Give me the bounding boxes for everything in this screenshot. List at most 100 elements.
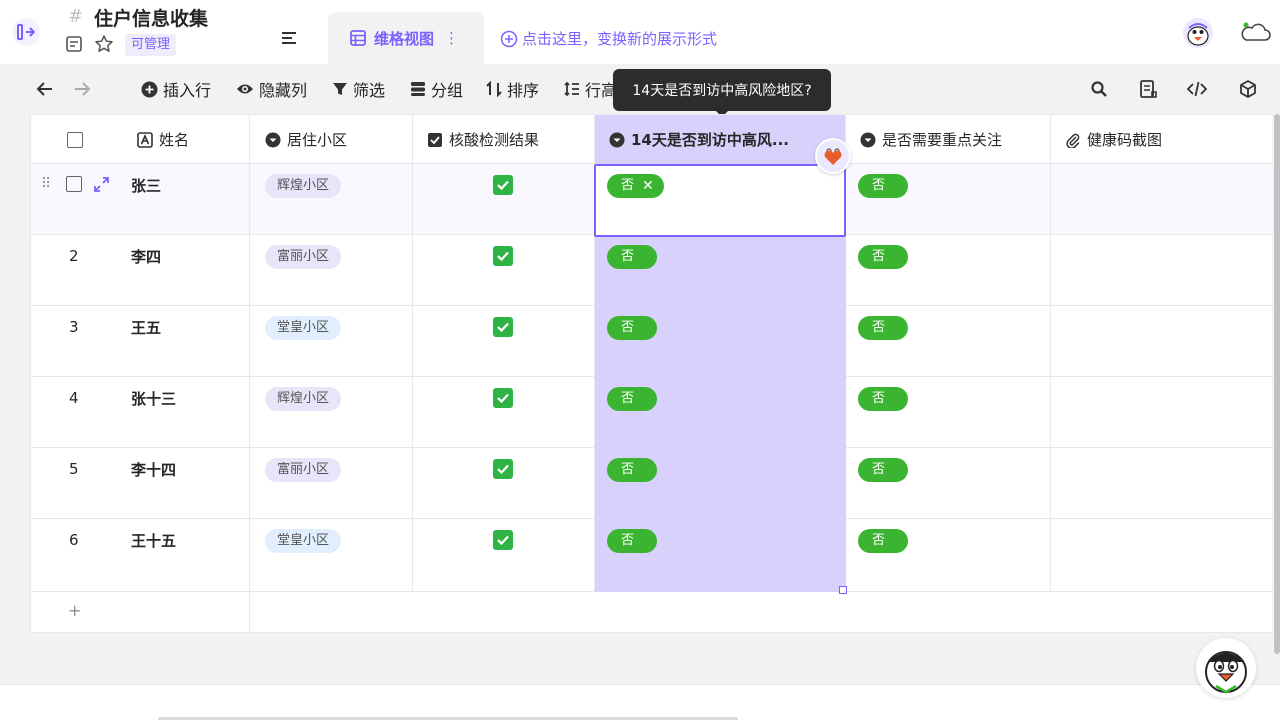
- select-all-checkbox[interactable]: [67, 131, 83, 148]
- row-checkbox[interactable]: [66, 176, 82, 192]
- search-button[interactable]: [1089, 79, 1109, 99]
- test-result-cell[interactable]: [413, 235, 595, 306]
- table-row[interactable]: 5 李十四 富丽小区 否 否: [31, 448, 1273, 519]
- add-row-button[interactable]: +: [31, 592, 1273, 633]
- undo-button[interactable]: [35, 79, 55, 99]
- data-grid: 姓名 居住小区 核酸检测结果 14天是否到访中高风... 是否需要重点关注 健康…: [30, 114, 1273, 633]
- health-code-cell[interactable]: [1051, 164, 1273, 235]
- focus-cell[interactable]: 否: [846, 519, 1051, 592]
- insert-row-button[interactable]: 插入行: [141, 78, 211, 100]
- add-row-cell[interactable]: +: [31, 592, 250, 633]
- group-button[interactable]: 分组: [410, 78, 463, 100]
- form-icon: [1140, 80, 1157, 98]
- table-row[interactable]: 6 王十五 堂皇小区 否 否: [31, 519, 1273, 592]
- view-list-button[interactable]: [280, 30, 298, 46]
- name-cell[interactable]: 4 张十三: [31, 377, 250, 448]
- table-row[interactable]: 3 王五 堂皇小区 否 否: [31, 306, 1273, 377]
- community-tag: 辉煌小区: [265, 174, 342, 198]
- name-cell[interactable]: ⠿ 张三: [31, 164, 250, 235]
- sidebar-toggle-icon: [17, 24, 35, 40]
- focus-cell[interactable]: 否: [846, 164, 1051, 235]
- redo-button[interactable]: [72, 79, 92, 99]
- name-cell[interactable]: 6 王十五: [31, 519, 250, 592]
- collaborator-avatar[interactable]: [815, 138, 851, 174]
- header-visited-risk-column[interactable]: 14天是否到访中高风...: [595, 115, 846, 164]
- selected-option-pill[interactable]: 否 ✕: [607, 174, 664, 198]
- more-vertical-icon[interactable]: ⋮: [444, 29, 459, 47]
- active-cell-editor[interactable]: 否 ✕: [594, 164, 846, 237]
- table-row[interactable]: 4 张十三 辉煌小区 否 否: [31, 377, 1273, 448]
- focus-cell[interactable]: 否: [846, 235, 1051, 306]
- test-result-cell[interactable]: [413, 377, 595, 448]
- filter-label: 筛选: [353, 81, 386, 100]
- column-tooltip: 14天是否到访中高风险地区?: [613, 69, 831, 117]
- health-code-cell[interactable]: [1051, 306, 1273, 377]
- header-name-column[interactable]: 姓名: [31, 115, 250, 164]
- hash-icon: #: [68, 6, 84, 27]
- favorite-button[interactable]: [94, 34, 114, 54]
- community-cell[interactable]: 富丽小区: [251, 448, 413, 519]
- user-avatar[interactable]: [1183, 18, 1213, 48]
- focus-cell[interactable]: 否: [846, 377, 1051, 448]
- permission-badge[interactable]: 可管理: [125, 34, 177, 56]
- header-test-result-column[interactable]: 核酸检测结果: [413, 115, 595, 164]
- insert-row-label: 插入行: [163, 81, 212, 100]
- remove-option-icon[interactable]: ✕: [642, 174, 654, 198]
- name-cell[interactable]: 3 王五: [31, 306, 250, 377]
- name-cell[interactable]: 5 李十四: [31, 448, 250, 519]
- api-button[interactable]: [1186, 79, 1208, 99]
- focus-cell[interactable]: 否: [846, 306, 1051, 377]
- visited-risk-cell[interactable]: 否: [595, 377, 846, 448]
- row-height-button[interactable]: 行高: [564, 78, 617, 100]
- health-code-cell[interactable]: [1051, 377, 1273, 448]
- name-cell[interactable]: 2 李四: [31, 235, 250, 306]
- header-health-code-column[interactable]: 健康码截图: [1051, 115, 1273, 164]
- description-button[interactable]: [64, 34, 84, 54]
- document-icon: [66, 36, 82, 52]
- test-result-cell[interactable]: [413, 519, 595, 592]
- widget-button[interactable]: [1238, 79, 1258, 99]
- sort-label: 排序: [507, 81, 540, 100]
- community-cell[interactable]: 富丽小区: [251, 235, 413, 306]
- checkbox-icon: [428, 132, 442, 147]
- add-view-button[interactable]: 点击这里，变换新的展示形式: [500, 28, 717, 49]
- health-code-cell[interactable]: [1051, 235, 1273, 306]
- checked-icon[interactable]: [493, 388, 513, 408]
- checked-icon[interactable]: [493, 459, 513, 479]
- search-icon: [1091, 81, 1107, 97]
- test-result-cell[interactable]: [413, 448, 595, 519]
- test-result-cell[interactable]: [413, 164, 595, 235]
- community-cell[interactable]: 辉煌小区: [251, 164, 413, 235]
- form-button[interactable]: [1138, 79, 1158, 99]
- health-code-cell[interactable]: [1051, 519, 1273, 592]
- drag-handle-icon[interactable]: ⠿: [41, 176, 51, 192]
- focus-cell[interactable]: 否: [846, 448, 1051, 519]
- visited-risk-cell[interactable]: 否: [595, 306, 846, 377]
- checked-icon[interactable]: [493, 530, 513, 550]
- checked-icon[interactable]: [493, 317, 513, 337]
- tab-grid-view[interactable]: 维格视图 ⋮: [328, 12, 484, 64]
- test-result-cell[interactable]: [413, 306, 595, 377]
- vertical-scrollbar[interactable]: [1274, 114, 1280, 654]
- expand-record-icon[interactable]: [94, 177, 109, 192]
- community-cell[interactable]: 堂皇小区: [251, 306, 413, 377]
- visited-risk-cell[interactable]: 否: [595, 448, 846, 519]
- header-label: 核酸检测结果: [449, 131, 540, 149]
- help-assistant-button[interactable]: [1196, 638, 1256, 698]
- header-community-column[interactable]: 居住小区: [251, 115, 413, 164]
- hide-columns-button[interactable]: 隐藏列: [236, 78, 307, 100]
- sort-button[interactable]: 排序: [486, 78, 539, 100]
- fill-handle[interactable]: [839, 586, 847, 594]
- filter-button[interactable]: 筛选: [332, 78, 385, 100]
- community-cell[interactable]: 辉煌小区: [251, 377, 413, 448]
- table-row[interactable]: 2 李四 富丽小区 否 否: [31, 235, 1273, 306]
- visited-risk-cell[interactable]: 否: [595, 235, 846, 306]
- checked-icon[interactable]: [493, 175, 513, 195]
- checked-icon[interactable]: [493, 246, 513, 266]
- community-cell[interactable]: 堂皇小区: [251, 519, 413, 592]
- header-focus-column[interactable]: 是否需要重点关注: [846, 115, 1051, 164]
- collapse-sidebar-button[interactable]: [12, 18, 40, 46]
- visited-risk-cell[interactable]: 否: [595, 519, 846, 592]
- sync-status-button[interactable]: [1238, 20, 1272, 44]
- health-code-cell[interactable]: [1051, 448, 1273, 519]
